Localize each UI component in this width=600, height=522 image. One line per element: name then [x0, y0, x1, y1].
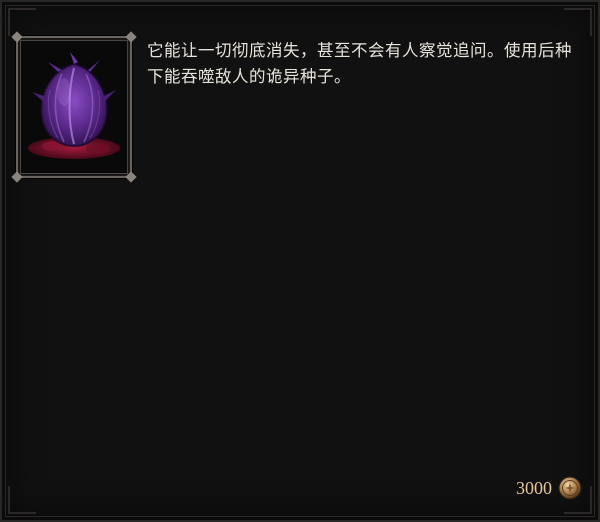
- purple-seed-icon: [28, 52, 120, 159]
- gold-coin-icon: [558, 476, 582, 500]
- frame-corner-ornament: [125, 31, 137, 43]
- frame-corner-ornament: [125, 171, 137, 183]
- panel-corner-ornament: [8, 486, 36, 514]
- item-tooltip-panel: 它能让一切彻底消失，甚至不会有人察觉追问。使用后种下能吞噬敌人的诡异种子。 30…: [0, 0, 600, 522]
- panel-corner-ornament: [564, 8, 592, 36]
- price-value: 3000: [516, 477, 552, 498]
- item-price: 3000: [516, 476, 582, 500]
- frame-corner-ornament: [11, 171, 23, 183]
- item-description: 它能让一切彻底消失，甚至不会有人察觉追问。使用后种下能吞噬敌人的诡异种子。: [147, 41, 572, 86]
- panel-corner-ornament: [8, 8, 36, 36]
- item-icon-frame: [11, 31, 137, 183]
